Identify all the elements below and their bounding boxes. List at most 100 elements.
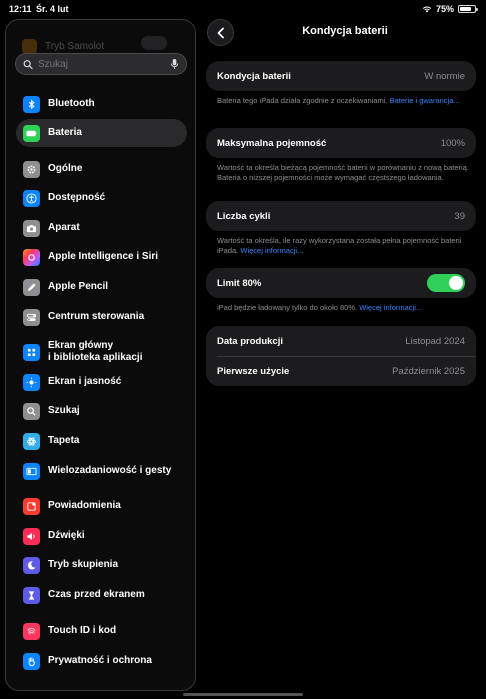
sidebar-item-battery[interactable]: Bateria <box>16 119 187 147</box>
home-indicator <box>183 693 303 696</box>
sidebar-item-label: Dostępność <box>48 192 106 203</box>
search-field[interactable] <box>15 53 187 75</box>
toggle-knob <box>449 276 463 290</box>
sidebar-item-apple-intelligence[interactable]: Apple Intelligence i Siri <box>16 243 187 271</box>
health-value: W normie <box>424 70 465 82</box>
sidebar: Tryb Samolot Bluetooth Bateria Ogólne <box>5 19 196 691</box>
cycles-card: Liczba cykli 39 <box>206 201 476 231</box>
speaker-icon <box>23 527 40 545</box>
fingerprint-icon <box>23 622 40 640</box>
multitasking-icon <box>23 462 40 480</box>
pencil-icon <box>23 278 40 296</box>
limit-80-toggle[interactable] <box>427 274 465 292</box>
gear-icon <box>23 160 40 178</box>
cycles-label: Liczba cykli <box>217 210 271 222</box>
status-bar: 12:11 Śr. 4 lut 75% <box>0 0 486 18</box>
capacity-card: Maksymalna pojemność 100% <box>206 128 476 158</box>
moon-icon <box>23 556 40 574</box>
sidebar-item-label: Prywatność i ochrona <box>48 655 152 666</box>
sidebar-item-display-brightness[interactable]: Ekran i jasność <box>16 368 187 396</box>
capacity-label: Maksymalna pojemność <box>217 137 327 149</box>
sidebar-item-notifications[interactable]: Powiadomienia <box>16 492 187 520</box>
first-use-row: Pierwsze użycie Październik 2025 <box>217 356 465 386</box>
cycles-more-info-link[interactable]: Więcej informacji... <box>240 246 303 255</box>
home-screen-icon <box>23 343 40 361</box>
sidebar-item-label-line1: Ekran główny <box>48 340 114 351</box>
sidebar-item-home-screen[interactable]: Ekran główny i biblioteka aplikacji <box>16 335 187 369</box>
search-input[interactable] <box>37 58 170 70</box>
sidebar-item-label: Bateria <box>48 127 82 138</box>
wifi-icon <box>422 6 432 13</box>
manufacture-label: Data produkcji <box>217 335 283 347</box>
search-icon <box>23 402 40 420</box>
sidebar-item-label: Powiadomienia <box>48 500 121 511</box>
page-title: Kondycja baterii <box>302 25 388 37</box>
sidebar-item-label: Czas przed ekranem <box>48 589 145 600</box>
sidebar-item-apple-pencil[interactable]: Apple Pencil <box>16 273 187 301</box>
sidebar-item-multitasking[interactable]: Wielozadaniowość i gesty <box>16 457 187 485</box>
limit-card: Limit 80% <box>206 268 476 298</box>
sidebar-item-label: Apple Intelligence i Siri <box>48 251 159 262</box>
limit-note-text: iPad będzie ładowany tylko do około 80%. <box>217 303 358 312</box>
manufacture-row: Data produkcji Listopad 2024 <box>217 326 465 356</box>
cycles-note: Wartość ta określa, ile razy wykorzystan… <box>217 236 469 256</box>
chevron-left-icon <box>217 27 224 38</box>
airplane-icon <box>22 38 37 54</box>
sidebar-item-label: Ekran i jasność <box>48 376 122 387</box>
sidebar-item-label: Bluetooth <box>48 98 95 109</box>
sidebar-item-label: Tapeta <box>48 435 80 446</box>
wallpaper-icon <box>23 432 40 450</box>
limit-row: Limit 80% <box>217 268 465 298</box>
sidebar-item-focus[interactable]: Tryb skupienia <box>16 551 187 579</box>
sidebar-item-label: Tryb skupienia <box>48 559 119 570</box>
first-use-label: Pierwsze użycie <box>217 365 290 377</box>
sidebar-item-camera[interactable]: Aparat <box>16 214 187 242</box>
sidebar-item-label: Aparat <box>48 222 80 233</box>
limit-more-info-link[interactable]: Więcej informacji... <box>359 303 422 312</box>
sidebar-item-sounds[interactable]: Dźwięki <box>16 522 187 550</box>
sidebar-item-privacy[interactable]: Prywatność i ochrona <box>16 647 187 675</box>
sidebar-item-label: Wielozadaniowość i gesty <box>48 465 172 476</box>
sidebar-item-label: Ekran główny i biblioteka aplikacji <box>48 340 142 364</box>
sidebar-item-bluetooth[interactable]: Bluetooth <box>16 90 187 118</box>
back-button[interactable] <box>207 19 234 46</box>
sidebar-item-touch-id[interactable]: Touch ID i kod <box>16 617 187 645</box>
limit-label: Limit 80% <box>217 277 262 289</box>
microphone-icon[interactable] <box>170 58 179 70</box>
dates-card: Data produkcji Listopad 2024 Pierwsze uż… <box>206 326 476 386</box>
sidebar-item-label-line2: i biblioteka aplikacji <box>48 352 143 363</box>
cycles-value: 39 <box>454 210 465 222</box>
sidebar-item-label: Touch ID i kod <box>48 625 117 636</box>
accessibility-icon <box>23 189 40 207</box>
control-center-icon <box>23 308 40 326</box>
sidebar-item-wallpaper[interactable]: Tapeta <box>16 427 187 455</box>
capacity-row: Maksymalna pojemność 100% <box>217 128 465 158</box>
manufacture-value: Listopad 2024 <box>405 335 465 347</box>
health-card: Kondycja baterii W normie <box>206 61 476 91</box>
siri-icon <box>23 248 40 266</box>
sidebar-item-search[interactable]: Szukaj <box>16 397 187 425</box>
health-note: Bateria tego iPada działa zgodnie z ocze… <box>217 96 469 106</box>
sidebar-item-accessibility[interactable]: Dostępność <box>16 184 187 212</box>
sidebar-item-general[interactable]: Ogólne <box>16 155 187 183</box>
health-row: Kondycja baterii W normie <box>217 61 465 91</box>
sidebar-item-label: Dźwięki <box>48 530 85 541</box>
search-icon <box>23 59 33 69</box>
battery-status-icon <box>458 5 478 13</box>
limit-note: iPad będzie ładowany tylko do około 80%.… <box>217 303 469 313</box>
status-time: 12:11 <box>9 4 32 14</box>
airplane-mode-toggle[interactable] <box>141 36 167 50</box>
sidebar-item-label: Ogólne <box>48 163 83 174</box>
warranty-link[interactable]: Baterie i gwarancja... <box>390 96 460 105</box>
status-right: 75% <box>422 4 478 14</box>
sidebar-item-label: Centrum sterowania <box>48 311 145 322</box>
notifications-icon <box>23 497 40 515</box>
sidebar-item-label: Szukaj <box>48 405 80 416</box>
bluetooth-icon <box>23 95 40 113</box>
capacity-note: Wartość ta określa bieżącą pojemność bat… <box>217 163 469 182</box>
cycles-row: Liczba cykli 39 <box>217 201 465 231</box>
sidebar-item-control-center[interactable]: Centrum sterowania <box>16 303 187 331</box>
status-date: Śr. 4 lut <box>36 4 69 14</box>
sidebar-item-screen-time[interactable]: Czas przed ekranem <box>16 581 187 609</box>
camera-icon <box>23 219 40 237</box>
